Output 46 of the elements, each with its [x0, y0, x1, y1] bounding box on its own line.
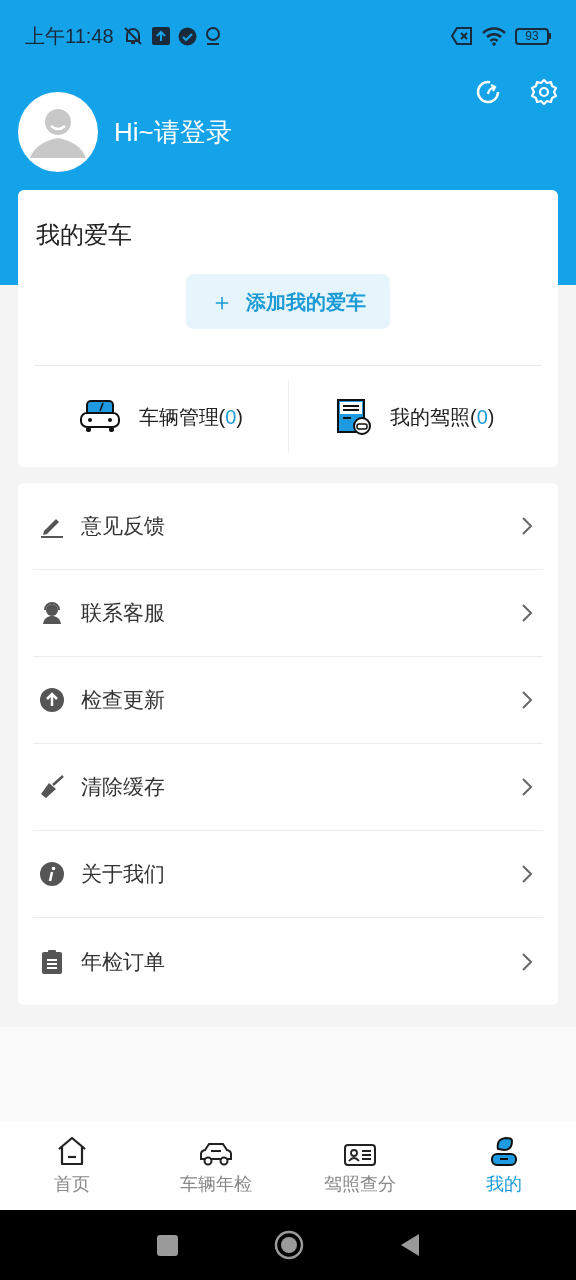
- bell-muted-icon: [121, 25, 144, 47]
- stat-link[interactable]: 车辆管理(0): [138, 401, 243, 432]
- battery-icon: 93: [515, 27, 551, 45]
- menu-item[interactable]: 清除缓存: [33, 744, 543, 831]
- chevron-right-icon: [521, 951, 533, 972]
- chevron-right-icon: [521, 603, 533, 623]
- person-icon: [490, 1136, 518, 1167]
- status-time: 上午11:48: [25, 24, 114, 49]
- refresh-icon[interactable]: [474, 78, 502, 106]
- menu-label: 清除缓存: [81, 774, 166, 801]
- clipboard-icon: [41, 949, 63, 974]
- info-icon: [39, 861, 65, 887]
- license-document-icon: [336, 397, 372, 436]
- chevron-right-icon: [521, 864, 533, 884]
- chevron-right-icon: [521, 777, 533, 797]
- chevron-right-icon: [521, 690, 533, 710]
- menu-label: 意见反馈: [81, 513, 166, 540]
- wifi-icon: [481, 26, 507, 46]
- nav-tab[interactable]: 驾照查分: [288, 1122, 432, 1210]
- back-button[interactable]: [399, 1233, 420, 1257]
- nav-tab[interactable]: 车辆年检: [144, 1122, 288, 1210]
- menu-label: 检查更新: [81, 687, 166, 714]
- id-card-icon: [344, 1142, 376, 1167]
- menu-label: 联系客服: [81, 600, 166, 627]
- chevron-right-icon: [521, 516, 533, 536]
- home-button[interactable]: [273, 1230, 304, 1260]
- settings-icon[interactable]: [530, 78, 558, 106]
- menu-label: 年检订单: [81, 948, 166, 975]
- recents-button[interactable]: [156, 1234, 178, 1256]
- menu-item[interactable]: 检查更新: [33, 657, 543, 744]
- menu-label: 关于我们: [81, 861, 166, 888]
- home-icon: [56, 1134, 88, 1167]
- headset-person-icon: [40, 601, 64, 625]
- menu-item[interactable]: 意见反馈: [33, 483, 543, 570]
- nav-tab[interactable]: 首页: [0, 1122, 144, 1210]
- check-circle-icon: [177, 26, 197, 46]
- card-title: 我的爱车: [35, 220, 133, 250]
- menu-item[interactable]: 关于我们: [33, 831, 543, 918]
- avatar-icon[interactable]: [18, 92, 98, 172]
- car-icon: [78, 398, 121, 435]
- stat-link[interactable]: 我的驾照(0): [390, 401, 495, 432]
- upload-icon: [39, 687, 65, 713]
- menu-item[interactable]: 年检订单: [33, 918, 543, 1005]
- menu-item[interactable]: 联系客服: [33, 570, 543, 657]
- car-icon: [199, 1140, 233, 1167]
- broom-icon: [39, 774, 65, 800]
